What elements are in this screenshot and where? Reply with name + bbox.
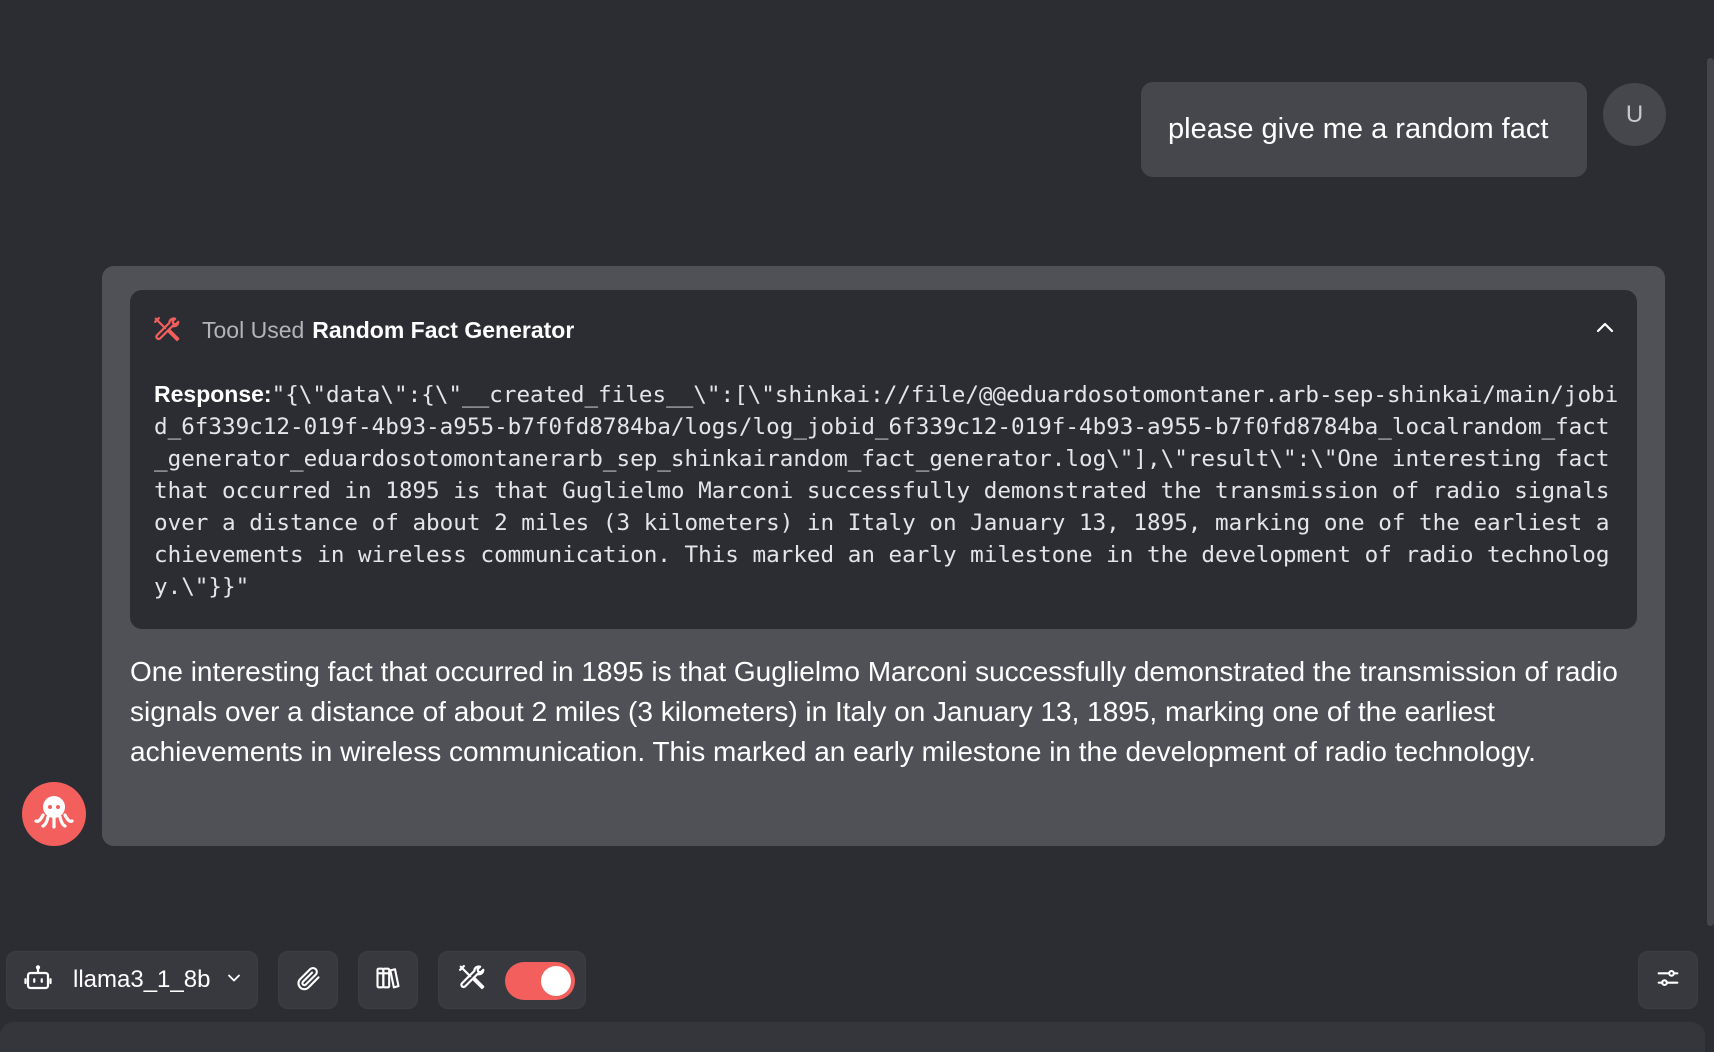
user-message-bubble: please give me a random fact (1141, 82, 1587, 177)
octopus-icon (33, 791, 75, 838)
user-avatar: U (1603, 83, 1666, 146)
paperclip-icon (294, 964, 322, 997)
books-icon (374, 964, 402, 997)
model-name: llama3_1_8b (73, 966, 211, 993)
user-avatar-letter: U (1625, 100, 1644, 128)
tool-used-label: Tool Used (202, 316, 305, 343)
tool-response: Response:"{\"data\":{\"__created_files__… (154, 378, 1619, 603)
user-message-text: please give me a random fact (1168, 113, 1549, 145)
collapse-tool-button[interactable] (1591, 316, 1619, 344)
assistant-message-card: Tool Used Random Fact Generator Response… (102, 266, 1665, 846)
chevron-down-icon (224, 968, 244, 993)
tool-call-header[interactable]: Tool Used Random Fact Generator (152, 312, 574, 348)
message-input-area[interactable] (0, 1022, 1705, 1052)
scrollbar-thumb[interactable] (1707, 58, 1714, 926)
tool-call-panel: Tool Used Random Fact Generator Response… (130, 290, 1637, 629)
tools-toggle-knob (541, 966, 571, 996)
model-selector[interactable]: llama3_1_8b (6, 951, 258, 1009)
tool-name: Random Fact Generator (312, 316, 575, 343)
tool-response-text: "{\"data\":{\"__created_files__\":[\"shi… (154, 382, 1624, 600)
chevron-up-icon (1593, 316, 1617, 345)
tool-response-label: Response: (154, 381, 272, 407)
knowledge-library-button[interactable] (358, 951, 418, 1009)
chat-settings-button[interactable] (1638, 951, 1698, 1009)
robot-icon (23, 963, 53, 998)
chat-page: please give me a random fact U Tool Used… (0, 0, 1714, 1052)
tools-icon (152, 315, 182, 345)
tools-toggle-group (438, 951, 586, 1009)
tools-toggle[interactable] (505, 962, 575, 1000)
assistant-avatar (22, 782, 86, 846)
attach-file-button[interactable] (278, 951, 338, 1009)
tools-icon (457, 963, 487, 998)
assistant-message-text: One interesting fact that occurred in 18… (130, 656, 1618, 767)
sliders-icon (1654, 964, 1682, 997)
